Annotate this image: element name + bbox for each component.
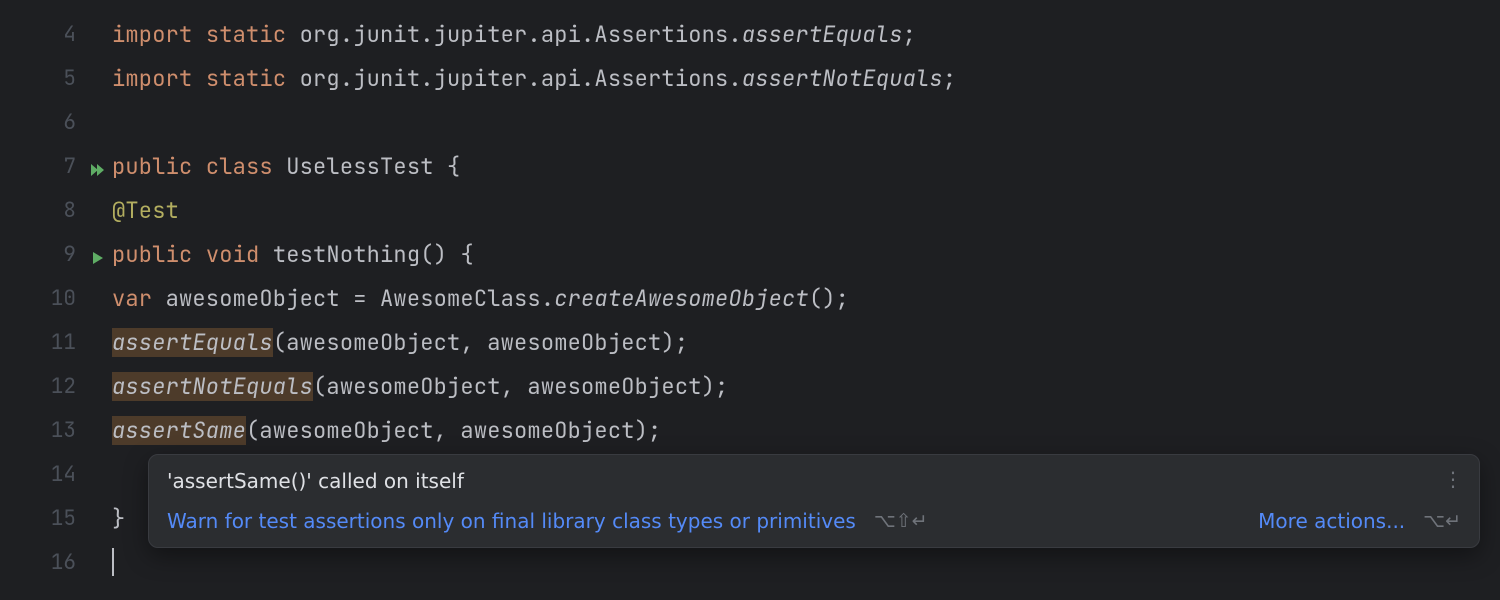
code-line[interactable]: assertEquals(awesomeObject, awesomeObjec…: [112, 320, 1500, 364]
line-number: 5: [63, 65, 76, 92]
package-path: org.junit.jupiter.api.Assertions.: [300, 20, 742, 49]
package-path: org.junit.jupiter.api.Assertions.: [300, 64, 742, 93]
gutter-line: 10: [0, 276, 112, 320]
more-actions-link[interactable]: More actions...: [1258, 509, 1405, 533]
annotation-test: @Test: [112, 196, 179, 225]
class-name: UselessTest: [286, 152, 433, 181]
line-number: 10: [51, 285, 76, 312]
line-number: 8: [63, 197, 76, 224]
keyword-static: static: [206, 64, 286, 93]
keyword-public: public: [112, 240, 192, 269]
line-number: 4: [63, 21, 76, 48]
method-name: testNothing: [273, 240, 420, 269]
variable: awesomeObject: [166, 284, 340, 313]
line-number: 14: [51, 461, 76, 488]
keyword-public: public: [112, 152, 192, 181]
keyword-class: class: [206, 152, 273, 181]
gutter-line: 16: [0, 540, 112, 584]
line-number: 12: [51, 373, 76, 400]
gutter-line: 13: [0, 408, 112, 452]
line-number: 16: [51, 549, 76, 576]
quick-fix-link[interactable]: Warn for test assertions only on final l…: [167, 509, 856, 533]
keyword-var: var: [112, 284, 152, 313]
code-line[interactable]: @Test: [112, 188, 1500, 232]
code-line[interactable]: assertNotEquals(awesomeObject, awesomeOb…: [112, 364, 1500, 408]
shortcut-hint: ⌥↵: [1423, 510, 1461, 532]
static-member: assertNotEquals: [742, 64, 943, 93]
line-number: 11: [51, 329, 76, 356]
class-ref: AwesomeClass: [380, 284, 541, 313]
keyword-import: import: [112, 64, 192, 93]
run-all-icon[interactable]: [90, 158, 106, 174]
gutter-line: 9: [0, 232, 112, 276]
code-line[interactable]: [112, 100, 1500, 144]
tooltip-title: 'assertSame()' called on itself: [167, 469, 1461, 493]
code-line[interactable]: public void testNothing() {: [112, 232, 1500, 276]
assert-call-warn: assertNotEquals: [112, 372, 313, 401]
gutter-line: 7: [0, 144, 112, 188]
gutter-line: 15: [0, 496, 112, 540]
gutter-line: 8: [0, 188, 112, 232]
assert-call-warn: assertSame: [112, 416, 246, 445]
shortcut-hint: ⌥⇧↵: [874, 510, 928, 532]
gutter-line: 4: [0, 12, 112, 56]
gutter-line: 14: [0, 452, 112, 496]
code-line[interactable]: public class UselessTest {: [112, 144, 1500, 188]
inspection-tooltip: ⋮ 'assertSame()' called on itself Warn f…: [148, 454, 1480, 548]
line-number: 9: [63, 241, 76, 268]
gutter-line: 12: [0, 364, 112, 408]
gutter-line: 11: [0, 320, 112, 364]
gutter: 4 5 6 7 8 9 10 11 12 13 14 15 16: [0, 0, 112, 600]
closing-brace: }: [112, 504, 125, 533]
code-line[interactable]: import static org.junit.jupiter.api.Asse…: [112, 56, 1500, 100]
run-test-icon[interactable]: [90, 246, 106, 262]
keyword-void: void: [206, 240, 260, 269]
gutter-line: 5: [0, 56, 112, 100]
more-options-icon[interactable]: ⋮: [1443, 467, 1465, 491]
code-line[interactable]: assertSame(awesomeObject, awesomeObject)…: [112, 408, 1500, 452]
line-number: 6: [63, 109, 76, 136]
keyword-import: import: [112, 20, 192, 49]
code-line[interactable]: var awesomeObject = AwesomeClass.createA…: [112, 276, 1500, 320]
assert-call-warn: assertEquals: [112, 328, 273, 357]
line-number: 13: [51, 417, 76, 444]
line-number: 7: [63, 153, 76, 180]
text-caret: [112, 548, 114, 576]
static-call: createAwesomeObject: [554, 284, 809, 313]
code-line[interactable]: import static org.junit.jupiter.api.Asse…: [112, 12, 1500, 56]
gutter-line: 6: [0, 100, 112, 144]
static-member: assertEquals: [742, 20, 903, 49]
tooltip-actions: Warn for test assertions only on final l…: [167, 509, 1461, 533]
line-number: 15: [51, 505, 76, 532]
keyword-static: static: [206, 20, 286, 49]
